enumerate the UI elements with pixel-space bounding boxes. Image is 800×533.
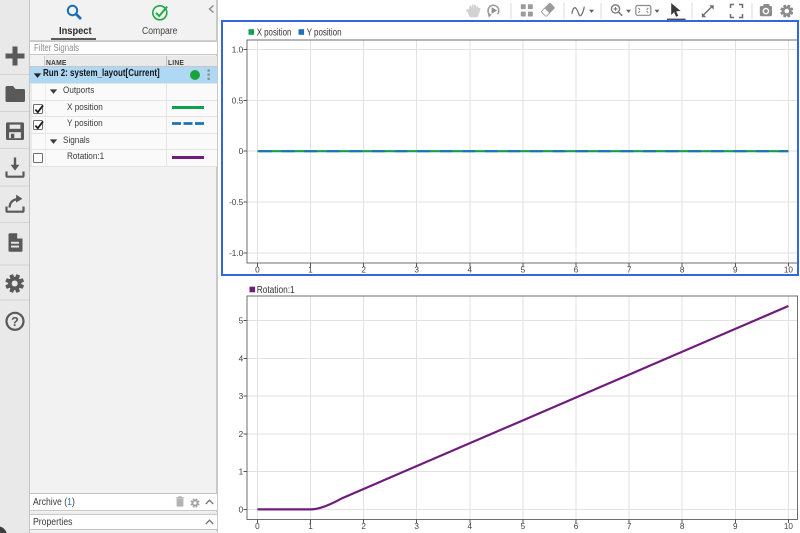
svg-text:2: 2 [361, 522, 366, 531]
svg-text:5: 5 [239, 317, 244, 326]
svg-text:1: 1 [308, 522, 313, 531]
svg-text:9: 9 [733, 522, 738, 531]
svg-text:2: 2 [239, 430, 244, 439]
svg-text:0: 0 [239, 505, 244, 514]
svg-text:1: 1 [239, 468, 244, 477]
svg-text:4: 4 [468, 522, 473, 531]
svg-text:?: ? [11, 315, 19, 329]
svg-text:6: 6 [574, 522, 579, 531]
svg-text:3: 3 [414, 522, 419, 531]
svg-text:10: 10 [784, 522, 794, 531]
svg-text:Rotation:1: Rotation:1 [257, 285, 295, 296]
svg-text:0: 0 [255, 522, 260, 531]
svg-text:4: 4 [239, 354, 244, 363]
svg-text:3: 3 [239, 392, 244, 401]
svg-text:7: 7 [627, 522, 632, 531]
svg-text:8: 8 [680, 522, 685, 531]
svg-text:5: 5 [521, 522, 526, 531]
